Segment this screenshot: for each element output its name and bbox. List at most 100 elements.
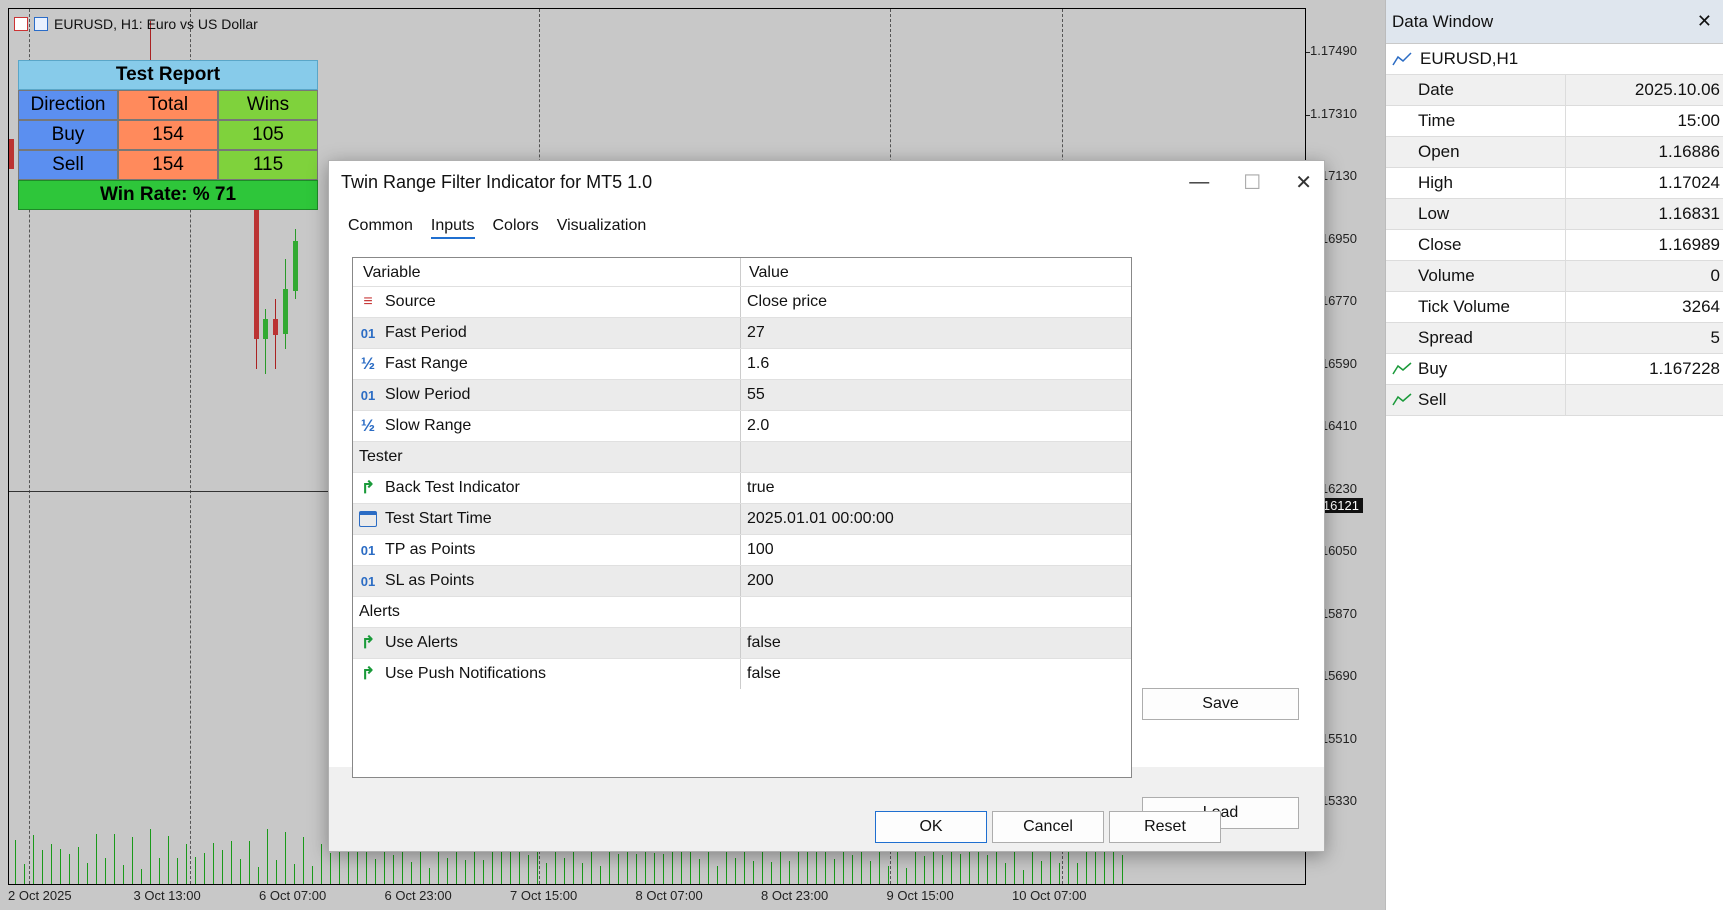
volume-bar xyxy=(1122,855,1123,884)
param-value[interactable]: 100 xyxy=(741,535,1131,565)
data-window-row: Tick Volume 3264 xyxy=(1386,292,1723,323)
param-value[interactable]: Close price xyxy=(741,287,1131,317)
close-icon[interactable]: ✕ xyxy=(1295,170,1312,195)
cancel-button[interactable]: Cancel xyxy=(992,811,1104,843)
param-value[interactable]: false xyxy=(741,628,1131,658)
data-window-value xyxy=(1566,385,1723,415)
source-icon: ≡ xyxy=(363,293,373,310)
data-window-field: High xyxy=(1386,168,1566,198)
volume-bar xyxy=(204,853,205,884)
param-row[interactable]: ≡ Source Close price xyxy=(353,286,1131,317)
volume-bar xyxy=(699,859,700,884)
data-window-field: Buy xyxy=(1418,359,1448,378)
volume-bar xyxy=(240,859,241,884)
volume-bar xyxy=(492,849,493,884)
param-row[interactable]: ↱ Use Alerts false xyxy=(353,627,1131,658)
param-row[interactable]: ½ Slow Range 2.0 xyxy=(353,410,1131,441)
candle xyxy=(293,241,298,291)
tab-inputs[interactable]: Inputs xyxy=(430,217,475,239)
data-window-row: Low 1.16831 xyxy=(1386,199,1723,230)
volume-bar xyxy=(834,859,835,884)
time-label: 8 Oct 23:00 xyxy=(761,888,829,903)
param-row[interactable]: Tester xyxy=(353,441,1131,472)
data-window-value: 1.16831 xyxy=(1658,204,1720,223)
param-row[interactable]: ↱ Back Test Indicator true xyxy=(353,472,1131,503)
volume-bar xyxy=(186,844,187,884)
time-label: 9 Oct 15:00 xyxy=(886,888,954,903)
param-value[interactable]: 55 xyxy=(741,380,1131,410)
param-name: Use Push Notifications xyxy=(385,665,546,682)
volume-bar xyxy=(141,869,142,884)
param-value[interactable]: true xyxy=(741,473,1131,503)
test-report-row-buy: Buy 154 105 xyxy=(18,120,318,150)
tab-common[interactable]: Common xyxy=(348,217,413,239)
column-variable[interactable]: Variable xyxy=(353,258,741,286)
volume-bar xyxy=(60,849,61,884)
volume-bar xyxy=(1059,863,1060,884)
volume-bar xyxy=(1095,849,1096,884)
param-row[interactable]: 01 Slow Period 55 xyxy=(353,379,1131,410)
maximize-icon[interactable]: ☐ xyxy=(1243,170,1261,195)
chart-title: EURUSD, H1: Euro vs US Dollar xyxy=(14,16,258,32)
tab-visualization[interactable]: Visualization xyxy=(557,217,647,239)
test-report-row-sell: Sell 154 115 xyxy=(18,150,318,180)
param-value[interactable] xyxy=(741,597,1131,627)
volume-bar xyxy=(159,858,160,884)
data-window-title: Data Window xyxy=(1392,11,1494,31)
param-row[interactable]: ↱ Use Push Notifications false xyxy=(353,658,1131,689)
volume-bar xyxy=(96,834,97,884)
param-value[interactable]: 27 xyxy=(741,318,1131,348)
data-window-value: 5 xyxy=(1710,328,1720,347)
data-window-row: Spread 5 xyxy=(1386,323,1723,354)
bool-icon: ↱ xyxy=(360,478,376,497)
minimize-icon[interactable]: — xyxy=(1189,171,1209,194)
data-window-value: 0 xyxy=(1710,266,1720,285)
param-value[interactable]: false xyxy=(741,659,1131,689)
chart-list-icon[interactable] xyxy=(14,17,28,31)
param-row[interactable]: 01 SL as Points 200 xyxy=(353,565,1131,596)
data-window-field: Sell xyxy=(1418,390,1447,409)
param-value[interactable]: 2025.01.01 00:00:00 xyxy=(741,504,1131,534)
save-button[interactable]: Save xyxy=(1142,688,1299,720)
volume-bar xyxy=(852,855,853,884)
reset-button[interactable]: Reset xyxy=(1109,811,1221,843)
param-value[interactable] xyxy=(741,442,1131,472)
param-row[interactable]: Test Start Time 2025.01.01 00:00:00 xyxy=(353,503,1131,534)
volume-bar xyxy=(753,861,754,884)
volume-bar xyxy=(1023,870,1024,884)
report-wins: 105 xyxy=(218,120,318,150)
volume-bar xyxy=(69,854,70,884)
chart-indicator-icon[interactable] xyxy=(34,17,48,31)
volume-bar xyxy=(330,853,331,884)
param-name: Test Start Time xyxy=(385,510,492,527)
header-total: Total xyxy=(118,90,218,120)
volume-bar xyxy=(618,854,619,884)
data-window-field: Volume xyxy=(1386,261,1566,291)
candle xyxy=(254,199,259,339)
volume-bar xyxy=(123,865,124,884)
param-name: TP as Points xyxy=(385,541,476,558)
volume-bar xyxy=(114,834,115,884)
param-value[interactable]: 200 xyxy=(741,566,1131,596)
line-chart-icon xyxy=(1392,52,1412,66)
volume-bar xyxy=(924,856,925,884)
volume-bar xyxy=(231,841,232,884)
tab-colors[interactable]: Colors xyxy=(493,217,539,239)
close-icon[interactable]: ✕ xyxy=(1697,11,1712,32)
volume-bar xyxy=(87,863,88,884)
volume-bar xyxy=(393,855,394,884)
column-value[interactable]: Value xyxy=(741,258,1131,286)
indicator-properties-dialog: Twin Range Filter Indicator for MT5 1.0 … xyxy=(328,160,1325,852)
param-value[interactable]: 2.0 xyxy=(741,411,1131,441)
inputs-grid: Variable Value ≡ Source Close price 01 Fast … xyxy=(352,257,1132,778)
volume-bar xyxy=(600,866,601,884)
volume-bar xyxy=(366,850,367,884)
param-row[interactable]: ½ Fast Range 1.6 xyxy=(353,348,1131,379)
param-row[interactable]: 01 TP as Points 100 xyxy=(353,534,1131,565)
param-row[interactable]: Alerts xyxy=(353,596,1131,627)
ok-button[interactable]: OK xyxy=(875,811,987,843)
param-value[interactable]: 1.6 xyxy=(741,349,1131,379)
volume-bar xyxy=(33,835,34,884)
calendar-icon xyxy=(359,511,377,527)
param-row[interactable]: 01 Fast Period 27 xyxy=(353,317,1131,348)
